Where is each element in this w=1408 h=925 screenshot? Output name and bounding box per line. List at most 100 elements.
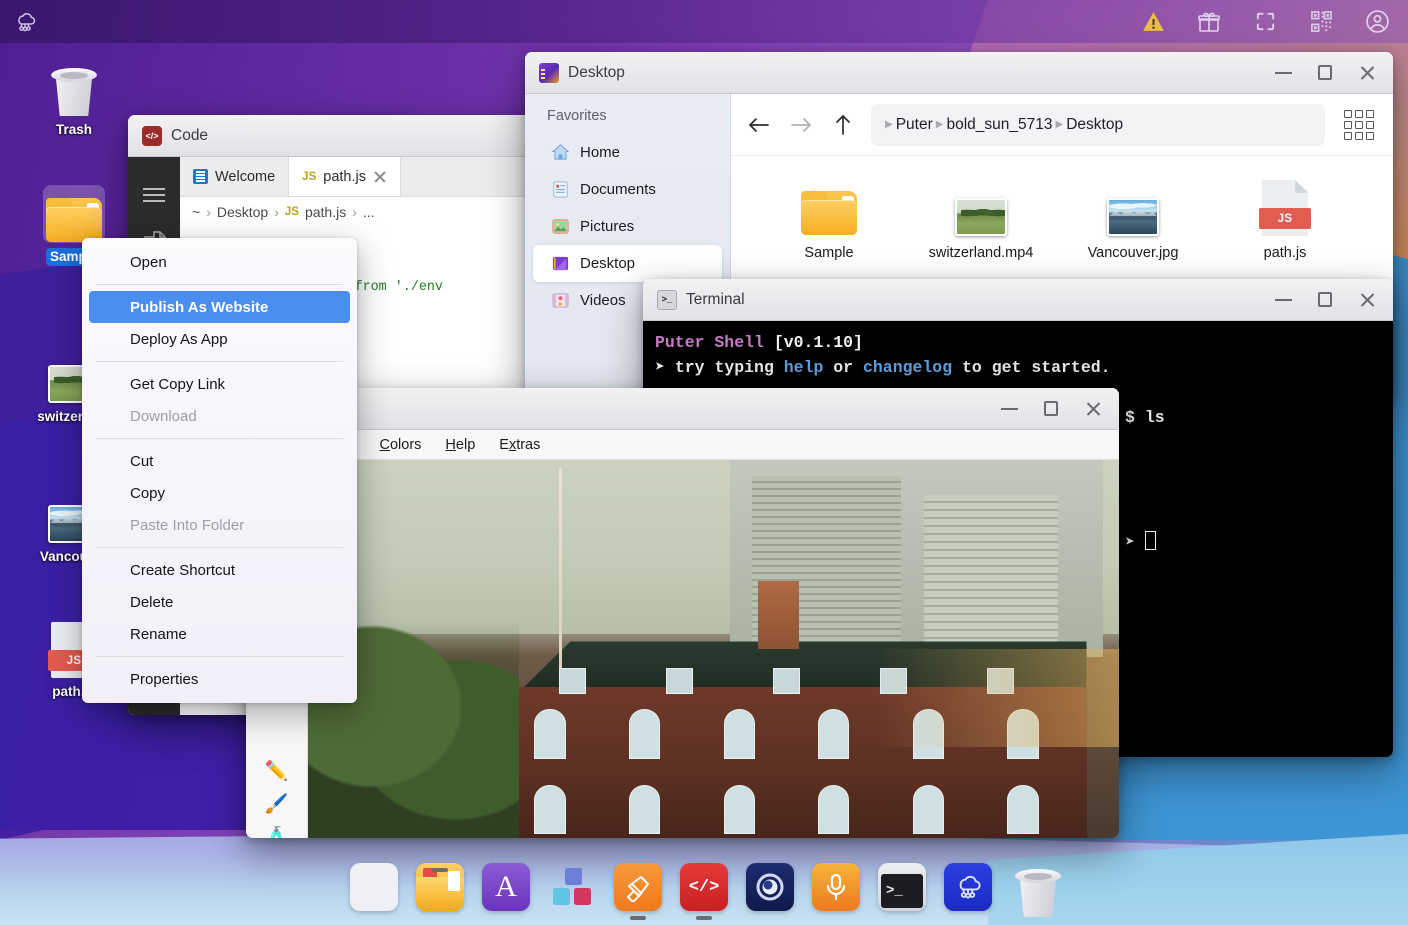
qr-code-icon[interactable] xyxy=(1308,9,1334,35)
close-button[interactable] xyxy=(1073,392,1113,426)
maximize-button[interactable] xyxy=(1031,392,1071,426)
menu-item-rename[interactable]: Rename xyxy=(82,618,357,650)
brush-tool-icon[interactable]: 🖌️ xyxy=(265,795,289,814)
puter-logo-icon[interactable] xyxy=(12,9,38,35)
image-titlebar[interactable]: Vancouver.jpg xyxy=(246,388,1119,430)
explorer-titlebar[interactable]: Desktop xyxy=(525,52,1393,94)
spray-tool-icon[interactable]: 🧴 xyxy=(265,828,289,838)
taskbar-puter-app[interactable] xyxy=(944,863,992,911)
taskbar-code-app[interactable]: </> xyxy=(680,863,728,911)
image-window-title: Vancouver.jpg xyxy=(260,400,989,418)
code-app-icon: </> xyxy=(142,125,162,146)
file-grid: Sample switzerland.mp4 Vancouver.jpg JS … xyxy=(731,156,1393,261)
sidebar-item-label: Desktop xyxy=(580,255,636,272)
breadcrumb-puter[interactable]: Puter xyxy=(896,116,933,134)
taskbar-terminal-app[interactable]: >_ xyxy=(878,863,926,911)
desktop-icon-trash[interactable]: Trash xyxy=(26,58,122,144)
explorer-toolbar: ▶ Puter ▶ bold_sun_5713 ▶ Desktop xyxy=(731,94,1393,156)
grid-view-icon[interactable] xyxy=(1339,105,1379,145)
gift-icon[interactable] xyxy=(1196,9,1222,35)
terminal-window-title: Terminal xyxy=(686,290,745,308)
menu-item-properties[interactable]: Properties xyxy=(82,663,357,695)
menu-item-publish-as-website[interactable]: Publish As Website xyxy=(89,291,350,323)
tab-pathjs[interactable]: JS path.js xyxy=(289,157,401,196)
account-icon[interactable] xyxy=(1364,9,1390,35)
up-button[interactable] xyxy=(829,111,857,139)
chevron-right-icon: ▶ xyxy=(1055,119,1064,130)
desktop-icon-label: Trash xyxy=(55,122,93,137)
sidebar-item-pictures[interactable]: Pictures xyxy=(533,208,722,245)
warning-icon[interactable] xyxy=(1140,9,1166,35)
close-button[interactable] xyxy=(1347,283,1387,317)
menu-item-paste-into-folder: Paste Into Folder xyxy=(130,516,245,534)
file-label: Sample xyxy=(804,245,854,261)
file-item-vancouver[interactable]: Vancouver.jpg xyxy=(1057,174,1209,261)
menu-item-deploy-as-app[interactable]: Deploy As App xyxy=(82,323,357,355)
image-thumbnail-icon xyxy=(1057,174,1209,236)
close-button[interactable] xyxy=(1347,56,1387,90)
terminal-titlebar[interactable]: Terminal xyxy=(643,279,1393,321)
path-breadcrumb[interactable]: ▶ Puter ▶ bold_sun_5713 ▶ Desktop xyxy=(871,103,1325,146)
menu-extras[interactable]: Extras xyxy=(499,437,540,453)
taskbar-camera-app[interactable] xyxy=(746,863,794,911)
image-menu-bar[interactable]: View Image Colors Help Extras xyxy=(246,430,1119,460)
js-badge: JS xyxy=(1259,208,1311,229)
menu-item-open[interactable]: Open xyxy=(82,246,357,278)
breadcrumb-user[interactable]: bold_sun_5713 xyxy=(946,116,1052,134)
forward-button[interactable] xyxy=(787,111,815,139)
hint-changelog: changelog xyxy=(862,358,953,377)
image-editor-window[interactable]: Vancouver.jpg View Image Colors Help Ext… xyxy=(246,388,1119,838)
menu-separator xyxy=(96,656,343,657)
fullscreen-icon[interactable] xyxy=(1252,9,1278,35)
maximize-button[interactable] xyxy=(1305,283,1345,317)
hint-text-a: try typing xyxy=(664,358,784,377)
minimize-button[interactable] xyxy=(989,392,1029,426)
hint-text-c: to get started. xyxy=(952,358,1111,377)
menu-item-delete[interactable]: Delete xyxy=(82,586,357,618)
tab-welcome[interactable]: Welcome xyxy=(180,157,290,196)
image-canvas[interactable] xyxy=(308,460,1119,838)
sidebar-item-desktop[interactable]: Desktop xyxy=(533,245,722,282)
file-item-pathjs[interactable]: JS path.js xyxy=(1209,174,1361,261)
sidebar-item-label: Videos xyxy=(580,292,626,309)
hamburger-menu-icon[interactable] xyxy=(128,171,180,219)
back-button[interactable] xyxy=(745,111,773,139)
taskbar-font-viewer[interactable]: A xyxy=(482,863,530,911)
file-label: path.js xyxy=(1263,245,1307,261)
taskbar-trash[interactable] xyxy=(1010,863,1061,917)
menu-item-cut[interactable]: Cut xyxy=(82,445,357,477)
chevron-right-icon: › xyxy=(352,204,357,220)
taskbar-paint-app[interactable] xyxy=(614,863,662,911)
sidebar-item-label: Documents xyxy=(580,181,656,198)
menu-help[interactable]: Help xyxy=(445,437,475,453)
sidebar-item-documents[interactable]: Documents xyxy=(533,171,722,208)
maximize-button[interactable] xyxy=(1305,56,1345,90)
menu-item-copy[interactable]: Copy xyxy=(82,477,357,509)
context-menu[interactable]: Open Publish As Website Deploy As App Ge… xyxy=(82,238,357,703)
menu-item-get-copy-link[interactable]: Get Copy Link xyxy=(82,368,357,400)
file-item-sample[interactable]: Sample xyxy=(753,174,905,261)
menu-separator xyxy=(96,438,343,439)
sidebar-item-home[interactable]: Home xyxy=(533,134,722,171)
pencil-tool-icon[interactable]: ✏️ xyxy=(265,762,289,781)
taskbar-file-manager[interactable] xyxy=(416,863,464,911)
breadcrumb-desktop[interactable]: Desktop xyxy=(1066,116,1123,134)
sidebar-section-label: Favorites xyxy=(547,108,607,124)
menu-colors[interactable]: Colors xyxy=(380,437,422,453)
chevron-right-icon: ▶ xyxy=(935,119,944,130)
home-icon xyxy=(551,143,570,162)
taskbar-recorder-app[interactable] xyxy=(812,863,860,911)
desktop-folder-icon xyxy=(539,62,559,83)
video-thumbnail-icon xyxy=(905,174,1057,236)
taskbar-blocks-app[interactable] xyxy=(548,863,596,911)
minimize-button[interactable] xyxy=(1263,283,1303,317)
minimize-button[interactable] xyxy=(1263,56,1303,90)
close-tab-icon[interactable] xyxy=(373,170,387,184)
file-item-switzerland[interactable]: switzerland.mp4 xyxy=(905,174,1057,261)
taskbar-app-launcher[interactable] xyxy=(350,863,398,911)
cmd-text: ls xyxy=(1144,408,1165,427)
code-tab-bar[interactable]: Welcome JS path.js xyxy=(180,157,558,197)
menu-item-create-shortcut[interactable]: Create Shortcut xyxy=(82,554,357,586)
menu-item-download: Download xyxy=(130,407,197,425)
code-window-titlebar[interactable]: </> Code xyxy=(128,115,558,157)
